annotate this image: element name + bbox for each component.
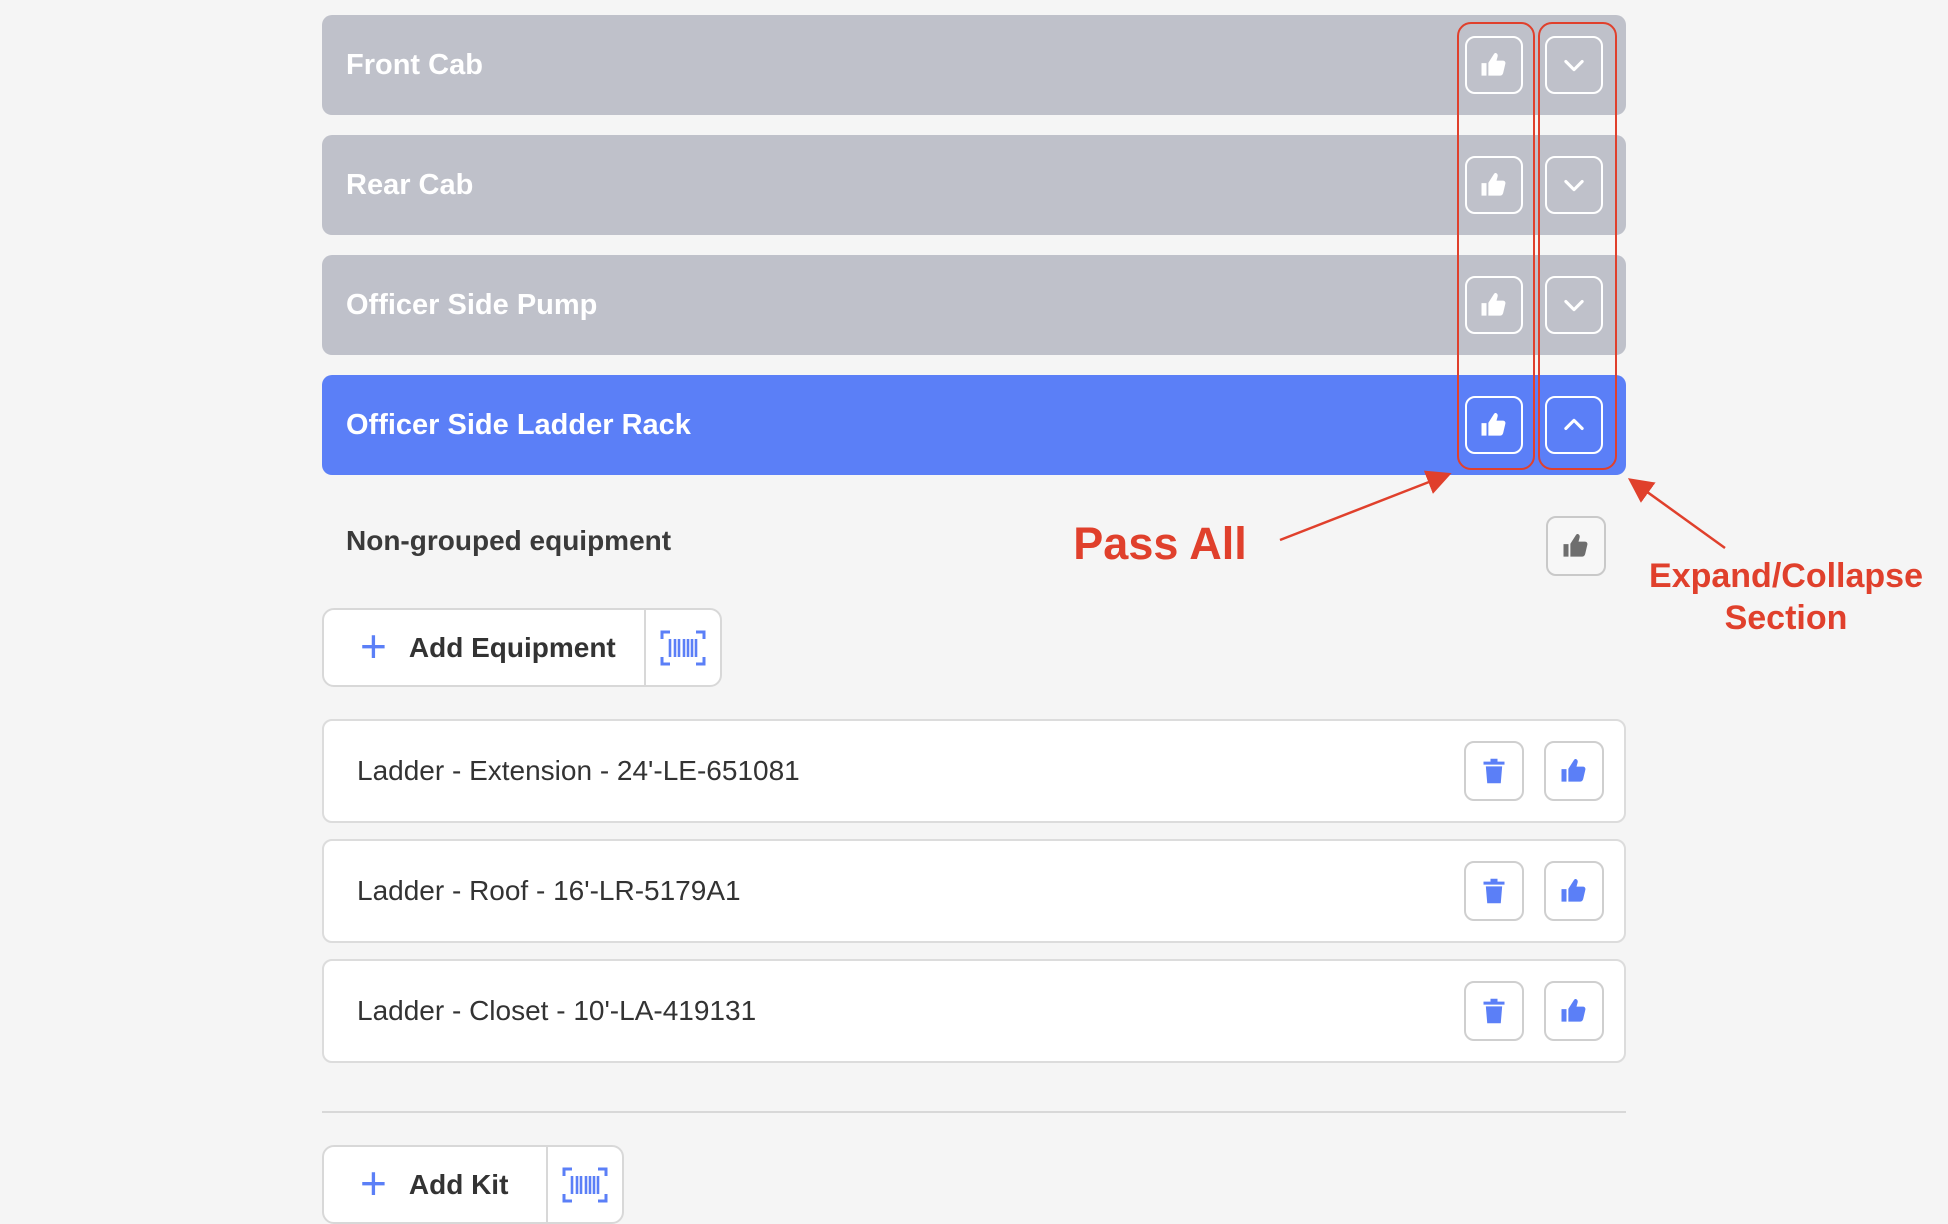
expand-collapse-line2: Section bbox=[1724, 599, 1848, 637]
pass-all-arrow bbox=[1279, 470, 1452, 542]
expand-collapse-arrow bbox=[1627, 478, 1726, 550]
expand-collapse-annotation: Expand/Collapse Section bbox=[1636, 555, 1936, 639]
expand-collapse-line1: Expand/Collapse bbox=[1649, 557, 1923, 595]
pass-all-annotation: Pass All bbox=[1073, 518, 1247, 569]
